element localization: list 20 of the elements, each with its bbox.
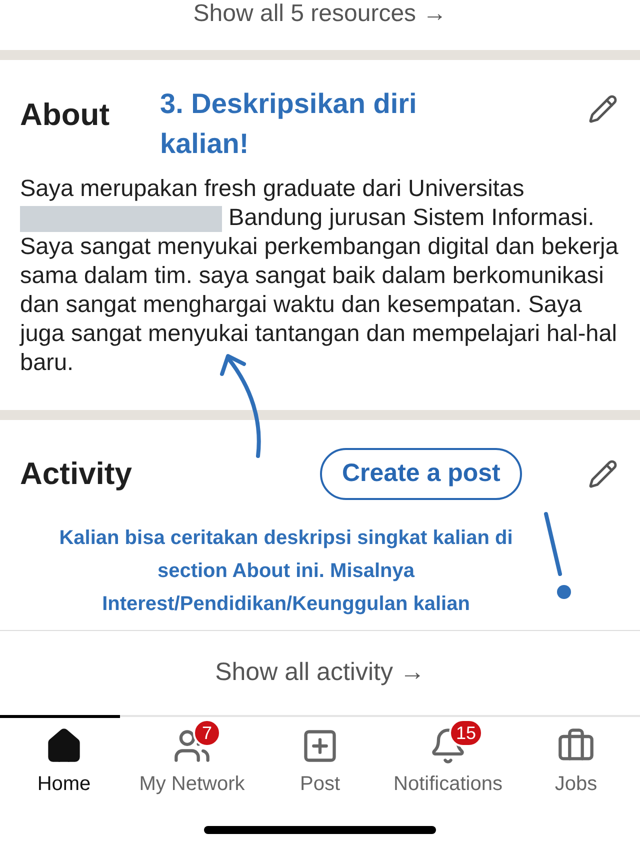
- annotation-text: Kalian bisa ceritakan deskripsi singkat kalian di section About ini. Misalnya Interest/Pendidikan/Keunggulan kalian: [58, 526, 514, 617]
- annotation-text: 3. Deskripsikan diri kalian!: [160, 87, 418, 161]
- about-paragraph: Saya merupakan fresh graduate dari Universitas Bandung jurusan Sistem Informasi. Saya sangat menyukai perkembangan digital dan bekerja sama dalam tim. saya sangat baik dalam berkomunikasi dan sangat menghargai waktu dan kesempatan. Saya juga sangat menyukai tantangan dan mempelajari hal-hal baru.: [20, 174, 620, 377]
- house-icon: [45, 727, 83, 765]
- people-icon: [173, 727, 211, 765]
- about-heading: About: [20, 96, 111, 134]
- nav-tab[interactable]: 15 Notifications: [384, 717, 512, 807]
- nav-tab[interactable]: 7 My Network: [128, 717, 256, 807]
- create-post-button[interactable]: Create a post: [320, 448, 522, 500]
- count-badge: 15: [449, 719, 484, 747]
- show-resources-link[interactable]: Show all 5 resources →: [193, 0, 447, 32]
- plus-square-icon: [301, 727, 339, 765]
- count-badge: 7: [193, 719, 221, 747]
- edit-icon[interactable]: [588, 459, 618, 489]
- nav-tab[interactable]: Home: [0, 717, 128, 807]
- nav-tab[interactable]: Post: [256, 717, 384, 807]
- edit-icon[interactable]: [588, 94, 618, 124]
- show-activity-link[interactable]: Show all activity →: [215, 654, 425, 692]
- activity-heading: Activity: [20, 454, 133, 493]
- nav-tab[interactable]: Jobs: [512, 717, 640, 807]
